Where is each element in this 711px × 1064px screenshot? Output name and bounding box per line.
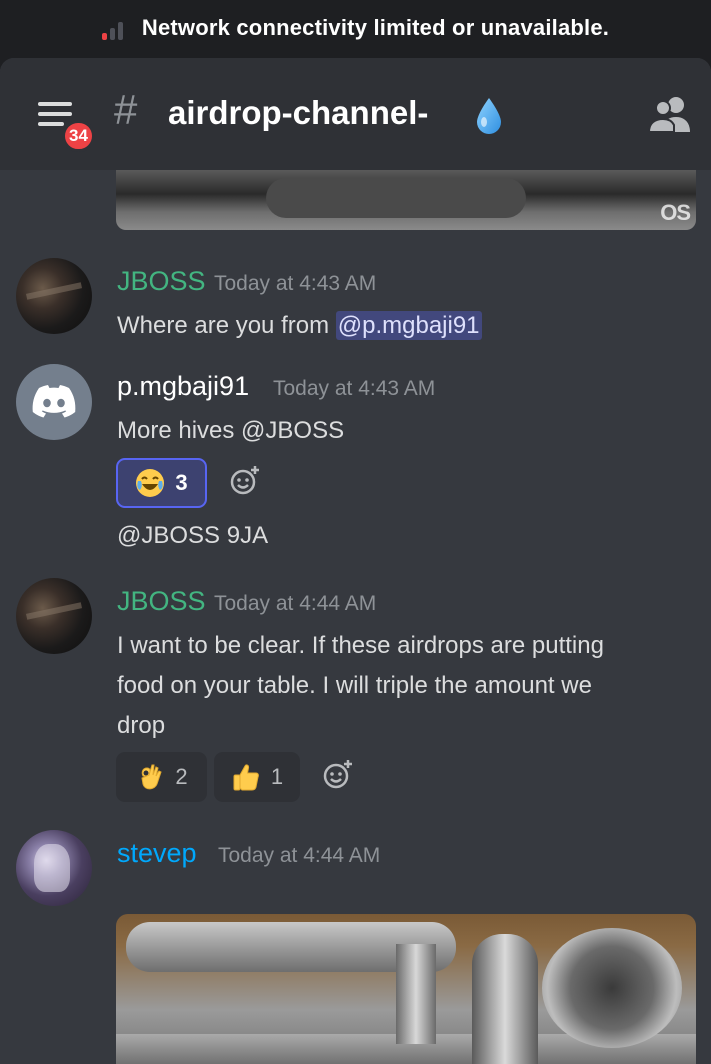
add-reaction-icon[interactable] [321, 758, 355, 792]
message-text: @JBOSS 9JA [117, 522, 269, 549]
water-drop-icon [477, 98, 501, 134]
avatar[interactable] [16, 364, 92, 440]
add-reaction-icon[interactable] [228, 464, 262, 498]
message-timestamp: Today at 4:44 AM [218, 844, 381, 867]
reaction-count: 1 [270, 764, 284, 789]
channel-title[interactable]: airdrop-channel- [168, 94, 428, 132]
avatar[interactable] [16, 258, 92, 334]
user-mention[interactable]: @p.mgbaji91 [335, 311, 482, 340]
message-timestamp: Today at 4:43 AM [214, 272, 377, 295]
message-username[interactable]: JBOSS [117, 586, 206, 617]
message-timestamp: Today at 4:43 AM [273, 377, 436, 400]
system-status-bar: Network connectivity limited or unavaila… [0, 0, 711, 56]
channel-panel: 34 # airdrop-channel- OS JBOSS Today at … [0, 58, 711, 1064]
ok-hand-emoji-icon [141, 764, 162, 790]
message-username[interactable]: p.mgbaji91 [117, 371, 249, 402]
reaction-count: 3 [175, 470, 188, 495]
connectivity-warning: Network connectivity limited or unavaila… [141, 15, 610, 40]
message-text: More hives @JBOSS [117, 417, 345, 444]
channel-hash-icon: # [114, 86, 138, 133]
message-timestamp: Today at 4:44 AM [214, 592, 377, 615]
gif-image-faucet[interactable] [116, 914, 696, 1064]
message-text: I want to be clear. If these airdrops ar… [117, 632, 604, 739]
gif-image-top[interactable]: OS [116, 170, 696, 230]
thumbs-up-emoji-icon [233, 764, 259, 791]
avatar[interactable] [16, 830, 92, 906]
message-text: Where are you from @p.mgbaji91 [117, 311, 482, 340]
reaction-button[interactable]: 1 [214, 752, 300, 802]
channel-header: 34 # airdrop-channel- [0, 58, 711, 170]
reaction-button[interactable]: 3 [116, 458, 207, 508]
members-icon[interactable] [646, 94, 694, 136]
message-username[interactable]: JBOSS [117, 266, 206, 297]
reaction-count: 2 [175, 764, 188, 789]
unread-badge: 34 [62, 120, 95, 152]
avatar[interactable] [16, 578, 92, 654]
joy-emoji-icon [136, 469, 165, 497]
message-username[interactable]: stevep [117, 838, 197, 869]
reaction-button[interactable]: 2 [116, 752, 207, 802]
signal-weak-icon [101, 16, 128, 40]
gif-watermark: OS [660, 200, 691, 225]
discord-logo-icon [32, 385, 76, 418]
